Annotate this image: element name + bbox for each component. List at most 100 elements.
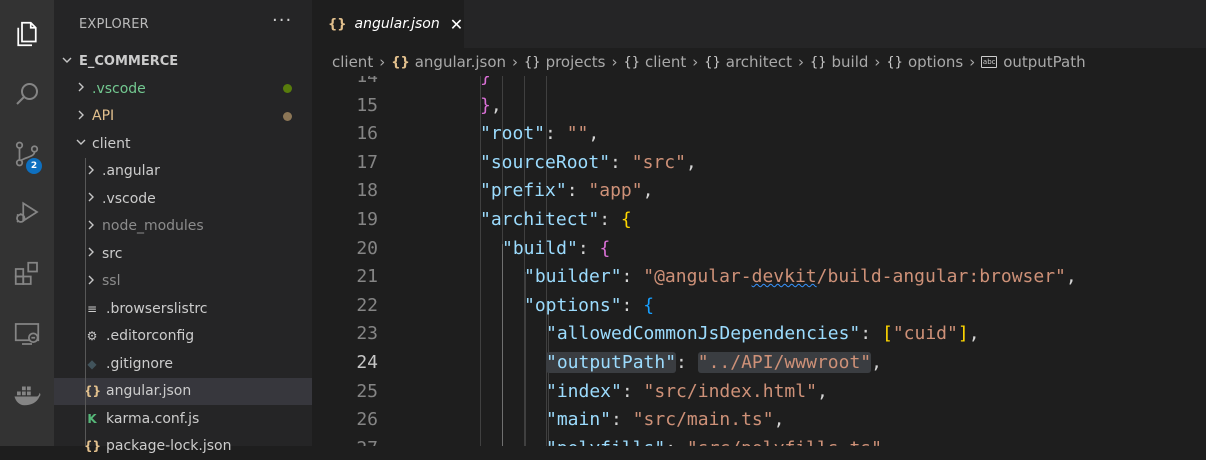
workspace-root[interactable]: E_COMMERCE — [54, 48, 312, 75]
code-token: : — [566, 180, 589, 202]
tab-label: angular.json — [354, 16, 440, 32]
code-line: 15}, — [312, 92, 1206, 121]
workspace-root-label: E_COMMERCE — [79, 54, 179, 69]
tree-item-label: .editorconfig — [106, 328, 195, 344]
code-token: , — [871, 352, 882, 373]
file-item[interactable]: ⚙ .editorconfig — [54, 323, 312, 350]
remote-explorer-icon[interactable] — [0, 310, 54, 358]
close-icon[interactable]: ✕ — [450, 15, 463, 34]
code-token: "sourceRoot" — [480, 151, 611, 173]
tab-angular-json[interactable]: {} angular.json ✕ — [312, 0, 464, 48]
chevron-down-icon — [74, 136, 88, 151]
breadcrumb-item[interactable]: {} options — [886, 53, 963, 71]
code-text: "root": "", — [480, 123, 599, 144]
source-control-icon[interactable]: 2 — [0, 130, 54, 178]
run-debug-icon[interactable] — [0, 188, 54, 236]
line-number: 23 — [356, 323, 378, 345]
breadcrumb-label: projects — [545, 53, 606, 71]
folder-item[interactable]: node_modules — [54, 213, 312, 240]
chevron-right-icon — [74, 81, 88, 96]
line-number: 26 — [356, 409, 378, 431]
code-line: 23 "allowedCommonJsDependencies": ["cuid"… — [312, 320, 1206, 349]
code-token: "app" — [588, 180, 643, 202]
folder-item[interactable]: .angular — [54, 158, 312, 185]
breadcrumb-label: architect — [725, 53, 792, 71]
line-number: 18 — [356, 180, 378, 202]
breadcrumb-item[interactable]: abc outputPath — [981, 53, 1086, 71]
chevron-right-icon: › — [874, 53, 881, 71]
indent-guide — [85, 158, 86, 446]
folder-item[interactable]: client — [54, 130, 312, 157]
code-token: "cuid" — [892, 323, 958, 345]
code-token: devkit — [751, 266, 817, 288]
file-item[interactable]: {} package-lock.json — [54, 433, 312, 460]
string-property-icon: abc — [981, 56, 998, 68]
code-token: "../API/wwwroot" — [697, 352, 872, 373]
breadcrumb-item[interactable]: {} projects — [524, 53, 605, 71]
tree-item-label: ssl — [102, 273, 121, 289]
code-token: } — [480, 94, 491, 116]
breadcrumb-label: options — [907, 53, 964, 71]
tree-item-label: src — [102, 245, 123, 262]
line-number: 27 — [318, 438, 378, 446]
file-item[interactable]: ◆ .gitignore — [54, 350, 312, 377]
code-token: { — [620, 209, 632, 230]
more-actions-icon[interactable]: ··· — [272, 10, 292, 31]
explorer-icon[interactable] — [0, 10, 54, 58]
object-icon: {} — [623, 54, 641, 70]
code-text: "build": { — [502, 238, 610, 259]
tree-item-label: karma.conf.js — [106, 410, 200, 427]
file-type-icon: ◆ — [87, 356, 97, 371]
chevron-right-icon: › — [797, 53, 804, 71]
code-token: : — [610, 151, 632, 173]
chevron-right-icon: › — [969, 53, 976, 71]
code-token: : — [621, 294, 644, 316]
breadcrumb-item[interactable]: {} architect — [704, 53, 792, 71]
extensions-icon[interactable] — [0, 250, 54, 298]
folder-item[interactable]: src — [54, 240, 312, 267]
sidebar-title: EXPLORER — [79, 17, 149, 32]
docker-icon[interactable] — [0, 370, 54, 418]
code-token: : — [676, 352, 698, 373]
line-number: 16 — [356, 123, 378, 145]
breadcrumb-item[interactable]: {} client — [623, 53, 686, 71]
line-number: 25 — [356, 380, 378, 402]
code-token: "root" — [480, 123, 546, 145]
code-token: : — [621, 380, 644, 402]
folder-item[interactable]: .vscode — [54, 185, 312, 212]
line-number: 17 — [356, 151, 378, 173]
chevron-right-icon — [84, 274, 98, 289]
code-text: "sourceRoot": "src", — [480, 152, 697, 173]
chevron-right-icon: › — [379, 53, 386, 71]
object-icon: {} — [524, 54, 541, 70]
file-item[interactable]: {} angular.json — [54, 377, 312, 405]
object-icon: {} — [704, 54, 721, 70]
breadcrumb: client ›{} angular.json ›{} projects ›{} clien… — [312, 48, 1206, 76]
breadcrumb-label: client — [332, 53, 374, 71]
code-token: , — [968, 323, 980, 345]
code-token: , — [882, 438, 893, 446]
folder-item[interactable]: .vscode — [54, 75, 312, 102]
line-number: 21 — [356, 266, 378, 288]
code-token: } — [480, 76, 491, 87]
tree-item-label: .vscode — [102, 190, 156, 207]
code-editor[interactable]: 14} 15}, 16 "root": "", 17 "sourceRoot": "src… — [312, 76, 1206, 446]
code-text: "prefix": "app", — [480, 180, 653, 201]
breadcrumb-item[interactable]: {} build — [810, 53, 868, 71]
folder-item[interactable]: ssl — [54, 268, 312, 295]
code-text: "main": "src/main.ts", — [546, 409, 784, 430]
code-text: "options": { — [524, 295, 654, 316]
code-line: 18 "prefix": "app", — [312, 177, 1206, 206]
file-item[interactable]: Kkarma.conf.js — [54, 405, 312, 432]
search-icon[interactable] — [0, 70, 54, 118]
code-token: : — [665, 438, 687, 446]
breadcrumb-item[interactable]: client — [332, 53, 373, 71]
file-item[interactable]: ≡ .browserslistrc — [54, 295, 312, 322]
breadcrumb-label: client — [645, 53, 687, 71]
chevron-right-icon — [84, 164, 98, 179]
folder-item[interactable]: API — [54, 103, 312, 130]
tree-item-label: API — [92, 108, 115, 124]
chevron-right-icon — [84, 246, 98, 261]
breadcrumb-item[interactable]: {} angular.json — [391, 53, 506, 71]
code-token: "" — [566, 123, 589, 145]
